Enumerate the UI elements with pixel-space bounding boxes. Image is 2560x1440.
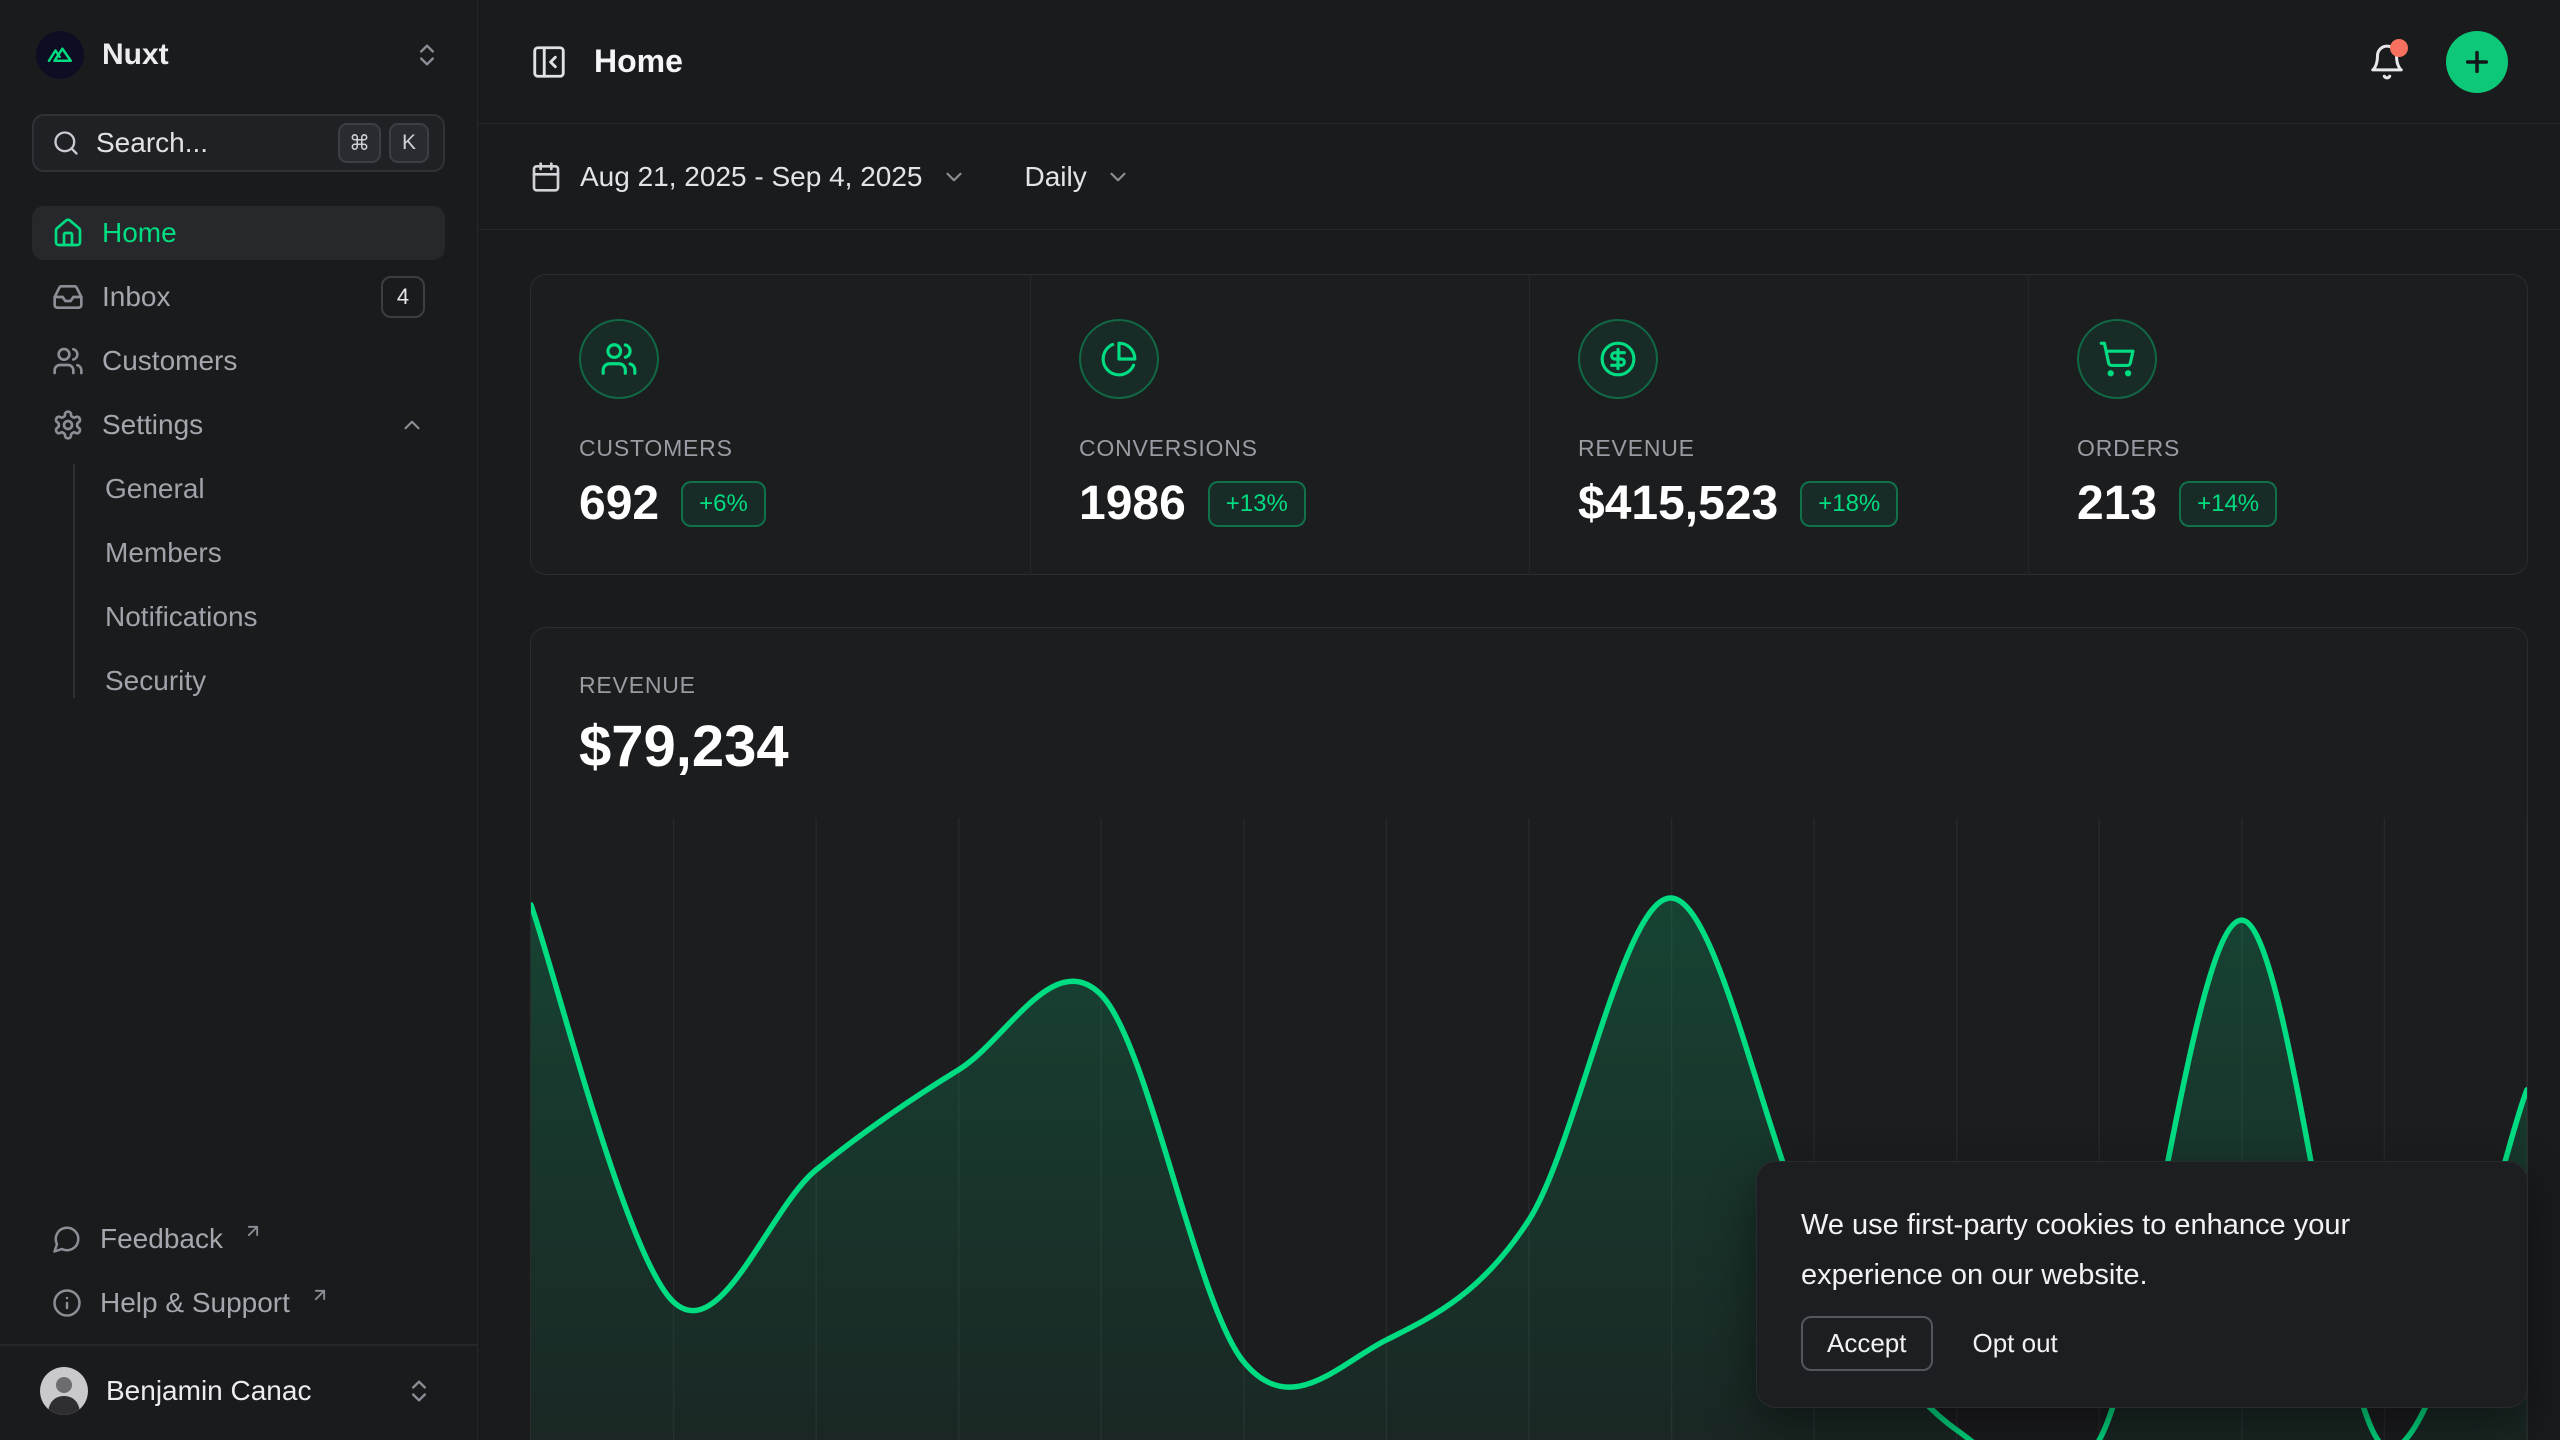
home-icon <box>52 217 84 249</box>
notification-dot <box>2390 39 2408 57</box>
page-header: Home <box>478 0 2560 124</box>
sidebar-item-label: Customers <box>102 345 237 377</box>
sidebar-item-label: Home <box>102 217 177 249</box>
sidebar-item-help-support[interactable]: Help & Support <box>32 1276 445 1330</box>
chevron-down-icon <box>1105 164 1131 190</box>
main-area: Home Aug 21, 2025 - Sep 4, 2025 Daily <box>478 0 2560 1440</box>
stat-card-orders[interactable]: ORDERS 213 +14% <box>2028 275 2527 575</box>
stat-delta-badge: +6% <box>681 481 766 527</box>
sidebar-item-notifications[interactable]: Notifications <box>32 590 445 644</box>
sidebar-item-general[interactable]: General <box>32 462 445 516</box>
gear-icon <box>52 409 84 441</box>
date-range-picker[interactable]: Aug 21, 2025 - Sep 4, 2025 <box>530 161 967 193</box>
cookie-accept-button[interactable]: Accept <box>1801 1316 1933 1371</box>
stat-delta-badge: +18% <box>1800 481 1898 527</box>
search-input[interactable]: Search... ⌘ K <box>32 114 445 172</box>
inbox-icon <box>52 281 84 313</box>
pie-chart-icon <box>1079 319 1159 399</box>
stats-panel: CUSTOMERS 692 +6% CONVERSIONS 1986 +13% <box>530 274 2528 575</box>
chevron-down-icon <box>941 164 967 190</box>
workspace-switcher[interactable]: Nuxt <box>32 18 445 92</box>
cookie-message: We use first-party cookies to enhance yo… <box>1801 1200 2441 1300</box>
avatar <box>40 1367 88 1415</box>
inbox-count-badge: 4 <box>381 276 425 318</box>
workspace-chevrons-icon[interactable] <box>413 41 441 69</box>
sidebar-item-customers[interactable]: Customers <box>32 334 445 388</box>
info-icon <box>52 1288 82 1318</box>
shopping-cart-icon <box>2077 319 2157 399</box>
stat-label: CONVERSIONS <box>1079 435 1481 462</box>
cookie-optout-button[interactable]: Opt out <box>1973 1328 2058 1359</box>
sidebar-item-label: Help & Support <box>100 1287 290 1319</box>
user-name: Benjamin Canac <box>106 1375 311 1407</box>
stat-label: ORDERS <box>2077 435 2479 462</box>
sidebar-item-members[interactable]: Members <box>32 526 445 580</box>
date-range-label: Aug 21, 2025 - Sep 4, 2025 <box>580 161 923 193</box>
users-icon <box>579 319 659 399</box>
message-bubble-icon <box>52 1224 82 1254</box>
user-chevrons-icon <box>405 1377 433 1405</box>
sidebar-item-security[interactable]: Security <box>32 654 445 708</box>
sidebar-item-inbox[interactable]: Inbox 4 <box>32 270 445 324</box>
revenue-chart-label: REVENUE <box>579 672 2479 699</box>
sidebar-item-label: Feedback <box>100 1223 223 1255</box>
search-shortcut: ⌘ K <box>338 123 429 163</box>
kbd-cmd: ⌘ <box>338 123 381 163</box>
stat-card-revenue[interactable]: REVENUE $415,523 +18% <box>1529 275 2028 575</box>
period-select[interactable]: Daily <box>1025 161 1131 193</box>
page-title: Home <box>594 43 683 80</box>
stat-value: 213 <box>2077 476 2157 531</box>
collapse-sidebar-icon[interactable] <box>530 43 568 81</box>
external-link-icon <box>310 1285 330 1305</box>
filter-toolbar: Aug 21, 2025 - Sep 4, 2025 Daily <box>478 124 2560 230</box>
external-link-icon <box>243 1221 263 1241</box>
chevron-up-icon <box>399 412 425 438</box>
stat-card-customers[interactable]: CUSTOMERS 692 +6% <box>531 275 1030 575</box>
circle-dollar-icon <box>1578 319 1658 399</box>
stat-value: 692 <box>579 476 659 531</box>
search-icon <box>52 129 80 157</box>
stat-delta-badge: +13% <box>1208 481 1306 527</box>
sidebar-item-settings[interactable]: Settings <box>32 398 445 452</box>
stat-label: CUSTOMERS <box>579 435 982 462</box>
add-button[interactable] <box>2446 31 2508 93</box>
sidebar-item-label: Settings <box>102 409 203 441</box>
users-icon <box>52 345 84 377</box>
sidebar: Nuxt Search... ⌘ K Home Inbox 4 <box>0 0 478 1440</box>
stat-delta-badge: +14% <box>2179 481 2277 527</box>
cookie-banner: We use first-party cookies to enhance yo… <box>1756 1161 2528 1408</box>
sidebar-footer: Feedback Help & Support Benjamin Canac <box>32 1212 445 1424</box>
notifications-bell-icon[interactable] <box>2368 43 2406 81</box>
sidebar-divider <box>0 1344 477 1346</box>
stat-card-conversions[interactable]: CONVERSIONS 1986 +13% <box>1030 275 1529 575</box>
search-placeholder: Search... <box>96 127 208 159</box>
stat-value: 1986 <box>1079 476 1186 531</box>
kbd-k: K <box>389 123 429 163</box>
nuxt-logo-icon <box>36 31 84 79</box>
settings-sub-list: General Members Notifications Security <box>32 462 445 708</box>
brand-name: Nuxt <box>102 38 169 72</box>
stat-label: REVENUE <box>1578 435 1980 462</box>
revenue-chart-value: $79,234 <box>579 713 2479 780</box>
period-label: Daily <box>1025 161 1087 193</box>
user-menu[interactable]: Benjamin Canac <box>32 1358 445 1424</box>
sidebar-item-home[interactable]: Home <box>32 206 445 260</box>
calendar-icon <box>530 161 562 193</box>
sidebar-nav: Home Inbox 4 Customers Settings Ge <box>32 206 445 718</box>
sidebar-item-feedback[interactable]: Feedback <box>32 1212 445 1266</box>
stat-value: $415,523 <box>1578 476 1778 531</box>
sidebar-item-label: Inbox <box>102 281 171 313</box>
